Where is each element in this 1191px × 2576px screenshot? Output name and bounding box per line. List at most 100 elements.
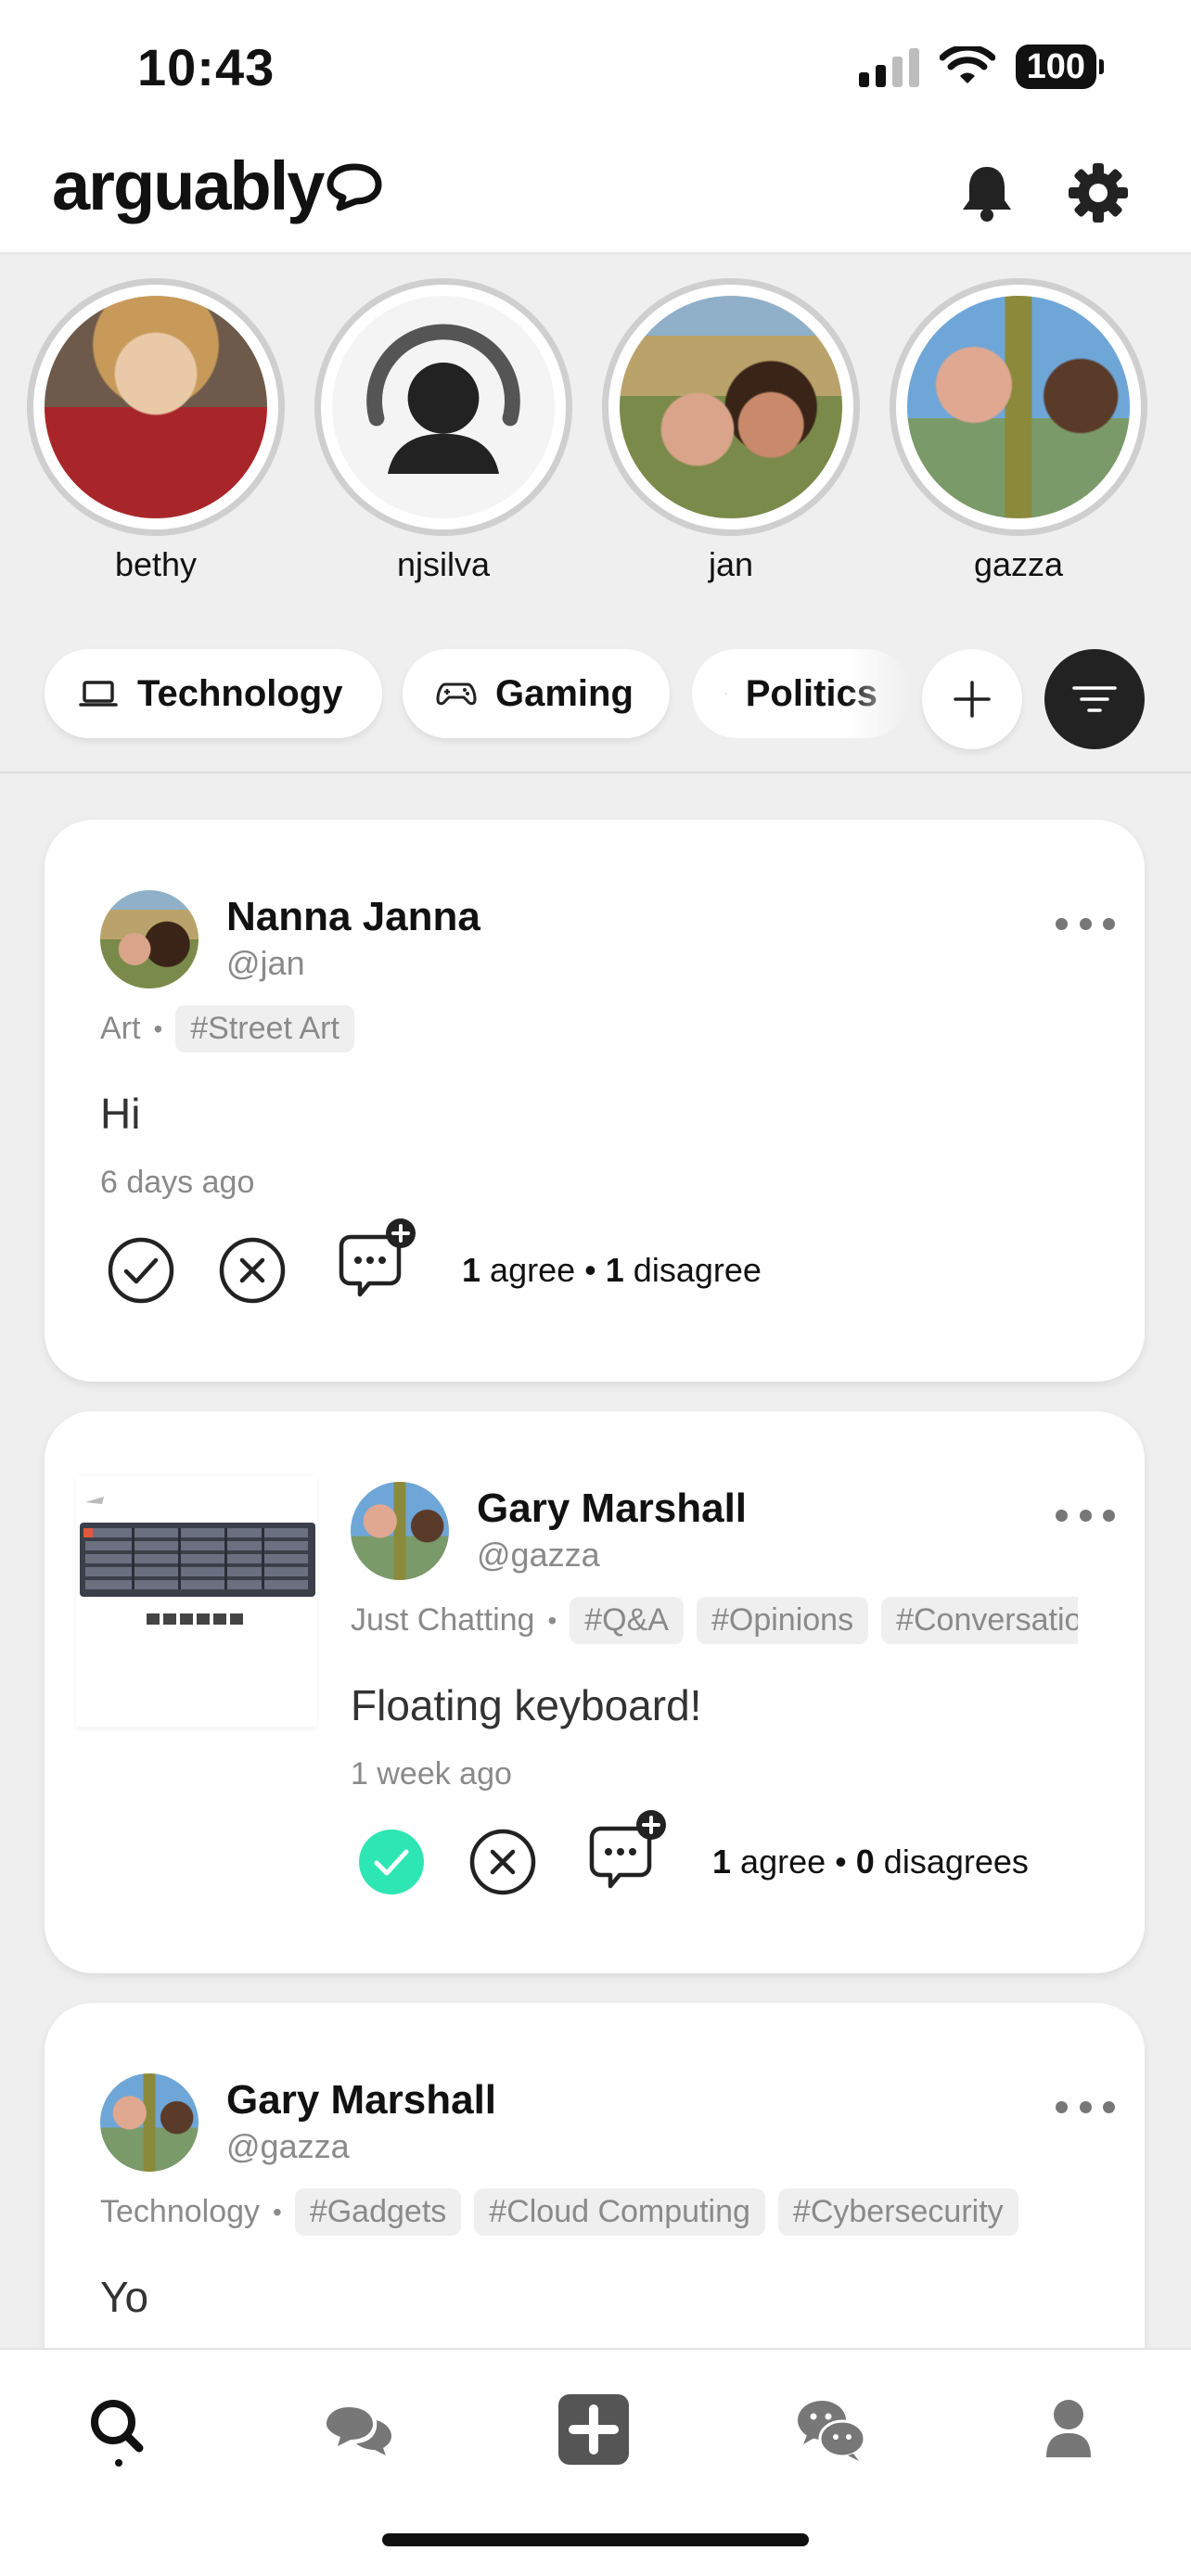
post-card[interactable]: Nanna Janna @jan Art • #Street Art Hi 6 …: [45, 820, 1145, 1382]
status-icons: 100: [858, 45, 1104, 89]
wechat-icon[interactable]: [794, 2392, 868, 2467]
story-njsilva[interactable]: njsilva: [314, 278, 573, 584]
stories-row: bethy njsilva jan gazza: [0, 278, 1191, 593]
add-category-button[interactable]: [922, 649, 1022, 749]
post-tag[interactable]: #Opinions: [696, 1597, 869, 1644]
gamepad-icon: [436, 682, 477, 706]
post-author-name[interactable]: Gary Marshall: [477, 1486, 747, 1532]
disagree-count: 1: [605, 1251, 624, 1289]
avatar: [45, 296, 267, 518]
disagree-count: 0: [855, 1843, 875, 1881]
search-icon[interactable]: [82, 2392, 156, 2467]
flag-icon: [725, 693, 727, 695]
post-meta: Art • #Street Art: [100, 1005, 1083, 1052]
plus-icon: [954, 681, 991, 718]
more-options-icon[interactable]: [1056, 2101, 1115, 2120]
post-time: 1 week ago: [351, 1756, 512, 1792]
story-name: bethy: [114, 545, 198, 583]
post-tag[interactable]: #Cloud Computing: [474, 2188, 765, 2236]
signal-icon: [858, 46, 919, 87]
agree-disagree-counts[interactable]: 1 agree • 0 disagrees: [712, 1843, 1029, 1881]
post-tag[interactable]: #Conversation: [881, 1597, 1078, 1644]
post-tag[interactable]: #Street Art: [175, 1005, 354, 1052]
agree-button-icon[interactable]: [356, 1827, 427, 1897]
post-text: Floating keyboard!: [351, 1681, 702, 1729]
post-author-handle[interactable]: @gazza: [226, 2127, 350, 2166]
home-indicator[interactable]: [382, 2533, 809, 2546]
disagree-label: disagrees: [883, 1843, 1029, 1881]
post-tag[interactable]: #Q&A: [570, 1597, 684, 1644]
more-options-icon[interactable]: [1056, 1510, 1115, 1528]
story-name: gazza: [973, 545, 1064, 583]
post-category[interactable]: Technology: [100, 2194, 260, 2230]
battery-level: 100: [1015, 45, 1096, 89]
post-author-handle[interactable]: @gazza: [477, 1536, 600, 1575]
post-actions: 1 agree • 1 disagree: [106, 1218, 762, 1306]
app-header: arguably: [0, 139, 1191, 254]
avatar: [620, 296, 842, 518]
disagree-button-icon[interactable]: [467, 1827, 538, 1897]
agree-disagree-counts[interactable]: 1 agree • 1 disagree: [462, 1251, 762, 1290]
plus-square-icon[interactable]: [557, 2392, 631, 2467]
laptop-icon: [79, 681, 118, 707]
wifi-icon: [939, 46, 995, 83]
profile-icon[interactable]: [1031, 2392, 1106, 2467]
chip-gaming[interactable]: Gaming: [403, 649, 670, 738]
keyboard-image: [80, 1497, 315, 1625]
post-text: Yo: [100, 2273, 149, 2321]
post-tag[interactable]: #Cybersecurity: [777, 2188, 1018, 2236]
post-card[interactable]: Gary Marshall @gazza Just Chatting • #Q&…: [45, 1411, 1145, 1973]
status-bar: 10:43 100: [0, 0, 1191, 139]
disagree-button-icon[interactable]: [217, 1235, 288, 1306]
post-author-handle[interactable]: @jan: [226, 944, 305, 983]
avatar: [332, 296, 555, 518]
post-time: 6 days ago: [100, 1165, 255, 1200]
disagree-label: disagree: [633, 1251, 762, 1289]
avatar[interactable]: [100, 2073, 198, 2172]
post-author-name[interactable]: Gary Marshall: [226, 2077, 496, 2123]
chip-label: Politics: [745, 672, 877, 714]
gear-icon[interactable]: [1065, 159, 1132, 226]
avatar[interactable]: [100, 890, 198, 988]
post-meta: Just Chatting • #Q&A #Opinions #Conversa…: [351, 1597, 1078, 1644]
bell-icon[interactable]: [954, 159, 1020, 226]
post-meta: Technology • #Gadgets #Cloud Computing #…: [100, 2188, 1078, 2236]
chip-politics[interactable]: Politics: [692, 649, 911, 738]
filter-icon: [1072, 686, 1117, 712]
agree-label: agree: [740, 1843, 826, 1881]
add-comment-icon[interactable]: [579, 1804, 672, 1897]
app-logo: arguably: [52, 147, 382, 225]
avatar[interactable]: [351, 1482, 449, 1580]
story-jan[interactable]: jan: [601, 278, 861, 584]
category-chips: Technology Gaming Politics: [0, 649, 1191, 751]
story-name: njsilva: [396, 545, 491, 583]
post-text: Hi: [100, 1090, 141, 1138]
agree-count: 1: [712, 1843, 732, 1881]
story-gazza[interactable]: gazza: [889, 278, 1148, 584]
logo-text: arguably: [52, 147, 325, 224]
agree-button-icon[interactable]: [106, 1235, 176, 1306]
chat-bubbles-icon[interactable]: [321, 2392, 395, 2467]
story-bethy[interactable]: bethy: [26, 278, 286, 584]
post-actions: 1 agree • 0 disagrees: [356, 1810, 1029, 1897]
chip-technology[interactable]: Technology: [45, 649, 382, 738]
default-avatar-icon: [366, 324, 520, 474]
post-category[interactable]: Just Chatting: [351, 1602, 534, 1639]
story-name: jan: [708, 545, 754, 583]
divider: [0, 772, 1191, 773]
chip-label: Technology: [137, 672, 343, 714]
filter-button[interactable]: [1044, 649, 1145, 749]
add-comment-icon[interactable]: [328, 1213, 421, 1306]
avatar: [907, 296, 1130, 518]
more-options-icon[interactable]: [1056, 918, 1115, 937]
chip-label: Gaming: [495, 672, 634, 714]
speech-bubble-logo-icon: [327, 163, 382, 210]
battery-icon: 100: [1015, 45, 1104, 89]
agree-label: agree: [490, 1251, 576, 1289]
post-category[interactable]: Art: [100, 1011, 140, 1047]
post-image[interactable]: [76, 1476, 317, 1727]
agree-count: 1: [462, 1251, 481, 1289]
status-time: 10:43: [137, 38, 275, 96]
post-author-name[interactable]: Nanna Janna: [226, 894, 480, 940]
post-tag[interactable]: #Gadgets: [294, 2188, 462, 2236]
